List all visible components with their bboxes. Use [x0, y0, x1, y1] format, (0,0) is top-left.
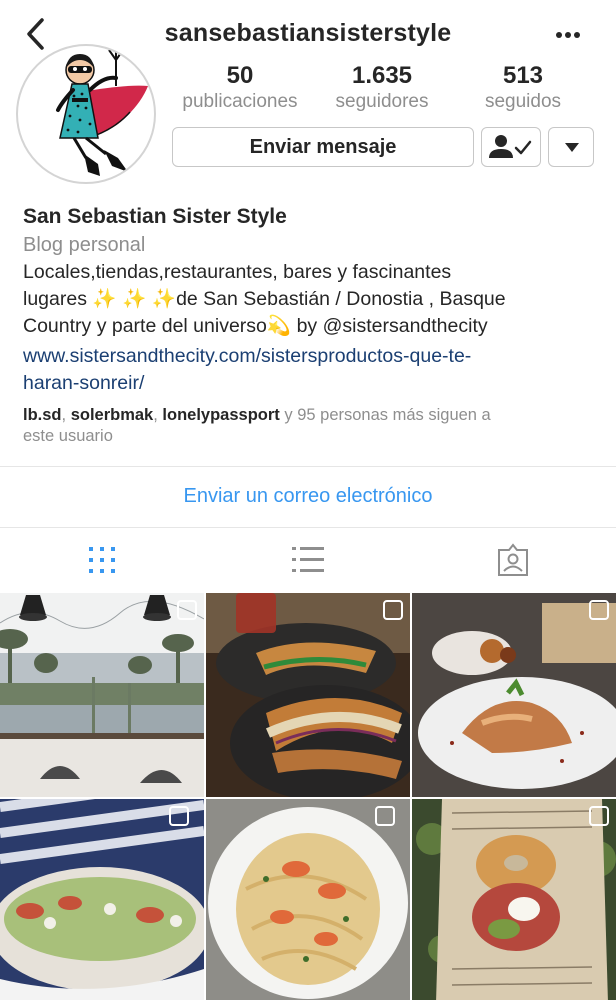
- followed-by-rest-2: este usuario: [23, 427, 113, 445]
- following-stat[interactable]: 513 seguidos: [448, 62, 598, 114]
- suggestions-dropdown-button[interactable]: [548, 127, 594, 167]
- comet-emoji: 💫: [266, 315, 292, 337]
- post-grid: [0, 593, 616, 1000]
- sparkles-emoji: ✨ ✨ ✨: [92, 288, 177, 310]
- follower-name[interactable]: lb.sd: [23, 406, 62, 424]
- photo-bagel-newspaper: [412, 799, 616, 1000]
- person-check-icon: [489, 135, 532, 158]
- bio-line-3: Country y parte del universo💫 by @sister…: [23, 313, 603, 340]
- separator: ,: [61, 406, 71, 424]
- followed-by-rest: y 95 personas más siguen a: [279, 406, 491, 424]
- profile-bio: San Sebastian Sister Style Blog personal…: [23, 203, 603, 447]
- superhero-illustration: [56, 46, 148, 176]
- followers-count: 1.635: [351, 62, 413, 89]
- photo-salad-bowl: [0, 799, 204, 1000]
- post-thumbnail[interactable]: [206, 799, 410, 1000]
- photo-cafe-window: [0, 593, 204, 797]
- follower-name[interactable]: solerbmak: [71, 406, 154, 424]
- post-thumbnail[interactable]: [412, 799, 616, 1000]
- followers-label: seguidores: [335, 91, 429, 112]
- website-link-line-2: haran-sonreir/: [23, 372, 145, 394]
- avatar[interactable]: [16, 44, 156, 184]
- bio-line-3-end: by @sistersandthecity: [291, 315, 488, 337]
- send-email-button[interactable]: Enviar un correo electrónico: [0, 482, 616, 510]
- followers-stat[interactable]: 1.635 seguidores: [307, 62, 457, 114]
- more-options-icon[interactable]: [556, 32, 586, 40]
- posts-count: 50: [226, 62, 254, 89]
- divider: [0, 466, 616, 467]
- grid-icon[interactable]: [84, 542, 120, 578]
- followed-by[interactable]: lb.sd, solerbmak, lonelypassport y 95 pe…: [23, 405, 603, 447]
- post-thumbnail[interactable]: [206, 593, 410, 797]
- following-label: seguidos: [484, 91, 562, 112]
- follower-name[interactable]: lonelypassport: [162, 406, 279, 424]
- photo-pasta-prawns: [206, 799, 410, 1000]
- bio-line-2-start: lugares: [23, 288, 93, 310]
- bio-line-3-start: Country y parte del universo: [23, 315, 267, 337]
- photo-octopus-dish: [412, 593, 616, 797]
- caret-down-icon: [565, 143, 579, 152]
- website-link[interactable]: www.sistersandthecity.com/sistersproduct…: [23, 343, 603, 397]
- posts-stat[interactable]: 50 publicaciones: [165, 62, 315, 114]
- following-count: 513: [502, 62, 544, 89]
- bio-line-2-end: de San Sebastián / Donostia , Basque: [176, 288, 506, 310]
- bio-line-2: lugares ✨ ✨ ✨de San Sebastián / Donostia…: [23, 286, 603, 313]
- post-thumbnail[interactable]: [0, 593, 204, 797]
- photo-sandwich: [206, 593, 410, 797]
- bio-text: Locales,tiendas,restaurantes, bares y fa…: [23, 259, 603, 340]
- profile-category: Blog personal: [23, 234, 146, 256]
- send-message-button[interactable]: Enviar mensaje: [172, 127, 474, 167]
- list-icon[interactable]: [290, 542, 326, 578]
- profile-tabs: [0, 528, 616, 592]
- following-button[interactable]: [481, 127, 541, 167]
- website-link-line-1: www.sistersandthecity.com/sistersproduct…: [23, 345, 472, 367]
- bio-line-1: Locales,tiendas,restaurantes, bares y fa…: [23, 261, 452, 283]
- posts-label: publicaciones: [182, 91, 298, 112]
- profile-stats: 50 publicaciones 1.635 seguidores 513 se…: [170, 62, 610, 114]
- tagged-icon[interactable]: [495, 542, 531, 578]
- post-thumbnail[interactable]: [412, 593, 616, 797]
- post-thumbnail[interactable]: [0, 799, 204, 1000]
- profile-name: San Sebastian Sister Style: [23, 205, 287, 228]
